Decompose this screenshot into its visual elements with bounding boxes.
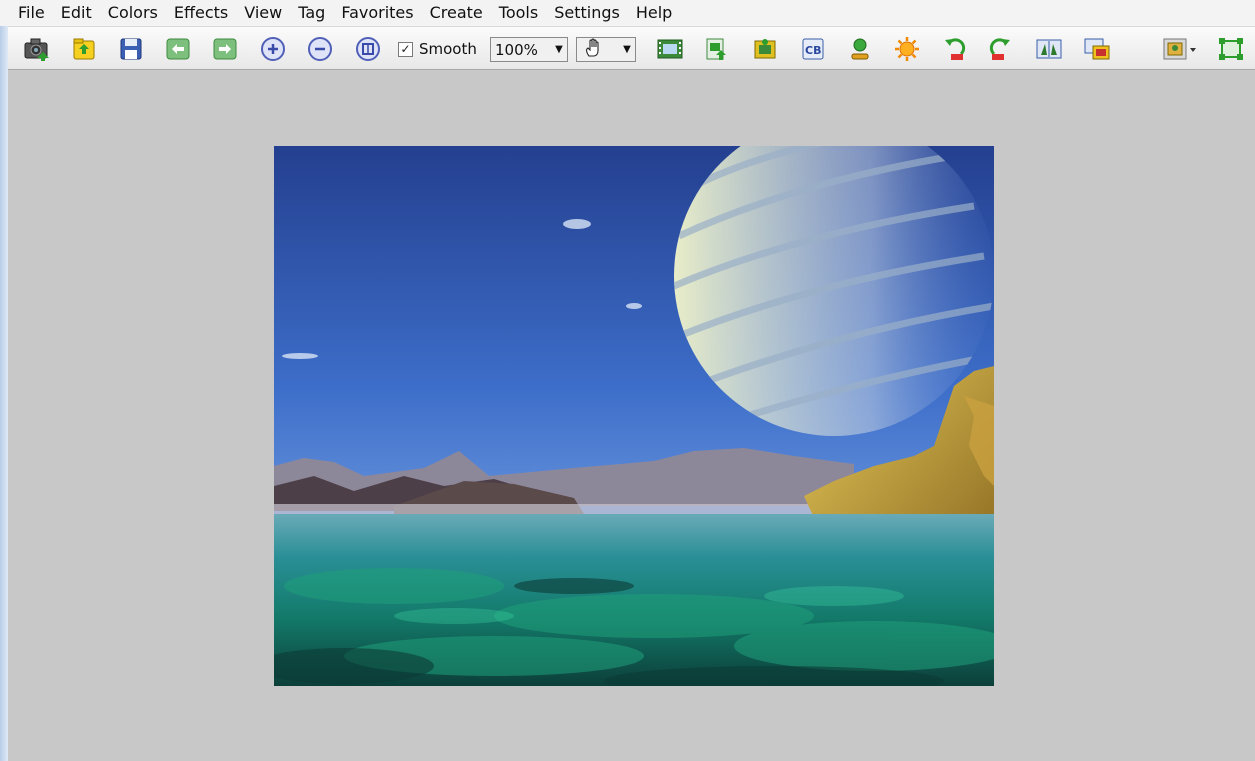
menu-favorites[interactable]: Favorites — [333, 0, 421, 26]
chevron-down-icon[interactable]: ▼ — [551, 38, 567, 61]
zoom-out-icon — [308, 37, 332, 61]
zoom-in-icon — [261, 37, 285, 61]
film-strip-icon — [657, 39, 683, 59]
user-icon — [851, 38, 869, 60]
mouse-mode-combo[interactable]: ▼ — [576, 37, 636, 62]
save-disk-icon — [120, 38, 142, 60]
save-button[interactable] — [116, 34, 146, 64]
next-image-button[interactable] — [210, 34, 240, 64]
zoom-combo[interactable]: 100% ▼ — [490, 37, 568, 62]
smooth-toggle[interactable]: ✓ Smooth — [398, 38, 477, 60]
wallpaper-button[interactable] — [1161, 34, 1199, 64]
arrow-right-icon — [213, 38, 237, 60]
menu-settings[interactable]: Settings — [546, 0, 628, 26]
menu-effects[interactable]: Effects — [166, 0, 236, 26]
color-balance-icon: CB — [802, 38, 824, 60]
camera-icon — [24, 38, 49, 61]
image-info-button[interactable] — [750, 34, 780, 64]
image-info-icon — [754, 39, 776, 59]
slideshow-button[interactable] — [655, 34, 685, 64]
fit-window-icon — [356, 37, 380, 61]
flip-button[interactable] — [1034, 34, 1064, 64]
open-folder-icon — [73, 38, 95, 60]
wallpaper-icon — [1163, 38, 1196, 60]
menu-bar: File Edit Colors Effects View Tag Favori… — [0, 0, 1255, 26]
main-toolbar: ✓ Smooth 100% ▼ ▼ CB — [8, 26, 1255, 70]
menu-help[interactable]: Help — [628, 0, 680, 26]
acquire-camera-button[interactable] — [22, 34, 52, 64]
smooth-checkbox[interactable]: ✓ — [398, 41, 413, 57]
displayed-image[interactable] — [274, 146, 994, 686]
sun-icon — [895, 37, 919, 61]
rotate-right-icon — [989, 38, 1010, 60]
chevron-down-icon[interactable]: ▼ — [619, 38, 635, 61]
screen-capture-button[interactable] — [1082, 34, 1112, 64]
rotate-left-button[interactable] — [939, 34, 969, 64]
fit-to-window-button[interactable] — [353, 34, 383, 64]
planet-landscape-image — [274, 146, 994, 686]
thumbnails-icon — [706, 38, 726, 60]
user-info-button[interactable] — [845, 34, 875, 64]
fullscreen-button[interactable] — [1216, 34, 1246, 64]
thumbnails-button[interactable] — [702, 34, 732, 64]
zoom-out-button[interactable] — [305, 34, 335, 64]
window-left-edge — [0, 0, 8, 761]
brightness-button[interactable] — [892, 34, 922, 64]
rotate-left-icon — [945, 38, 966, 60]
screen-capture-icon — [1084, 38, 1110, 60]
hand-icon — [577, 38, 619, 62]
menu-edit[interactable]: Edit — [53, 0, 100, 26]
zoom-value: 100% — [495, 40, 538, 59]
menu-tag[interactable]: Tag — [290, 0, 333, 26]
color-balance-button[interactable]: CB — [798, 34, 828, 64]
zoom-in-button[interactable] — [258, 34, 288, 64]
rotate-right-button[interactable] — [986, 34, 1016, 64]
flip-icon — [1036, 39, 1062, 59]
open-file-button[interactable] — [69, 34, 99, 64]
menu-file[interactable]: File — [10, 0, 53, 26]
svg-text:CB: CB — [805, 44, 821, 57]
smooth-label: Smooth — [419, 40, 477, 58]
menu-tools[interactable]: Tools — [491, 0, 546, 26]
previous-image-button[interactable] — [163, 34, 193, 64]
menu-colors[interactable]: Colors — [100, 0, 166, 26]
arrow-left-icon — [166, 38, 190, 60]
fullscreen-icon — [1219, 38, 1243, 60]
menu-view[interactable]: View — [236, 0, 290, 26]
menu-create[interactable]: Create — [422, 0, 491, 26]
